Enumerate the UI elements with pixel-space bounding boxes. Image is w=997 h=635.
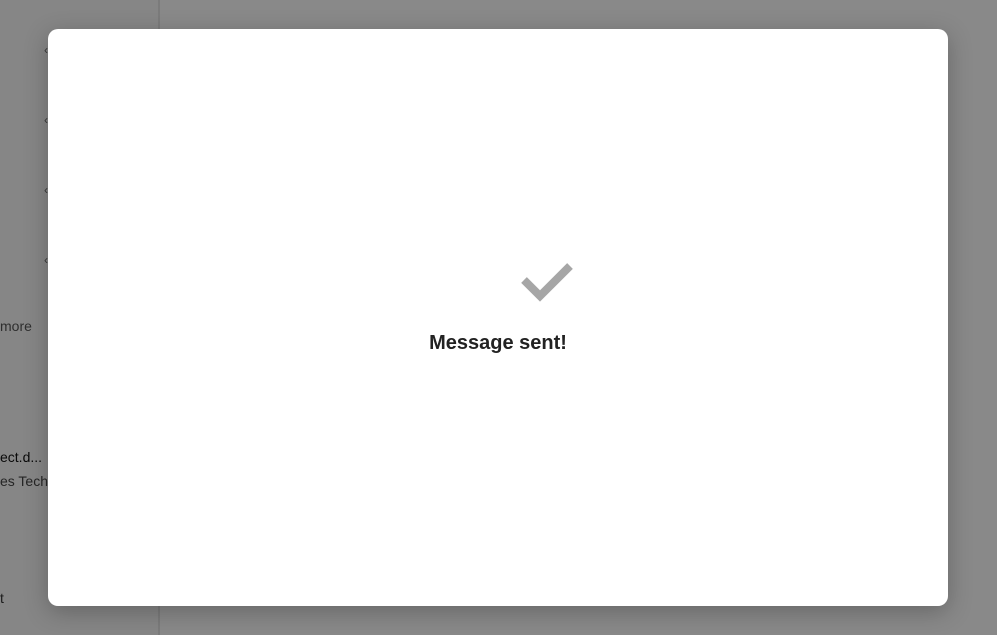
message-sent-dialog: Message sent! <box>48 29 948 606</box>
app-window: ‹ ‹ ‹ ‹ more ect.d... es TechD t Message… <box>0 0 997 635</box>
dialog-message: Message sent! <box>429 332 567 354</box>
checkmark-icon <box>521 263 573 302</box>
